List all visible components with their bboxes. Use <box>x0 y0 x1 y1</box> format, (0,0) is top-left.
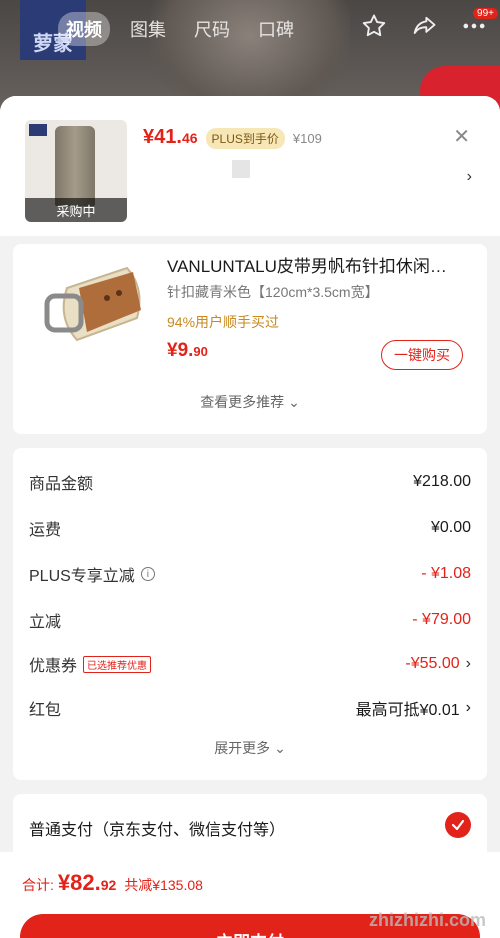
watermark-logo <box>355 863 489 909</box>
favorite-star-icon[interactable] <box>360 12 388 45</box>
recommendation-rate: 94%用户顺手买过 <box>167 314 280 330</box>
chevron-down-icon: ⌄ <box>274 740 286 756</box>
product-thumbnail[interactable]: 采购中 <box>25 120 127 222</box>
total-row: 合计: ¥82.92 共减¥135.08 <box>22 870 203 895</box>
amount-row-goods: 商品金额 ¥218.00 <box>29 473 471 493</box>
belt-product-image[interactable] <box>37 248 149 360</box>
chevron-right-icon: › <box>465 699 471 716</box>
current-price: ¥41.46 <box>143 126 198 148</box>
header-actions <box>360 12 488 45</box>
spec-selector[interactable] <box>232 160 250 178</box>
expand-more-link[interactable]: 展开更多 ⌄ <box>13 738 487 758</box>
more-recommendations-link[interactable]: 查看更多推荐 ⌄ <box>13 392 487 412</box>
recommendation-title[interactable]: VANLUNTALU皮带男帆布针扣休闲… <box>167 252 472 277</box>
original-price: ¥109 <box>292 131 322 146</box>
thumbnail-status: 采购中 <box>25 198 127 222</box>
plus-price-tag: PLUS到手价 <box>205 128 285 149</box>
thumbnail-brand-logo <box>29 124 47 136</box>
share-icon[interactable] <box>410 12 438 45</box>
recommendation-spec: 针扣藏青米色【120cm*3.5cm宽】 <box>167 284 379 300</box>
one-click-buy-button[interactable]: 一键购买 <box>381 340 463 370</box>
total-saved: 共减¥135.08 <box>124 877 203 893</box>
amount-row-red-packet[interactable]: 红包 最高可抵¥0.01 › <box>29 696 471 720</box>
tab-gallery[interactable]: 图集 <box>122 12 174 46</box>
check-icon[interactable] <box>445 812 471 838</box>
tab-video[interactable]: 视频 <box>58 12 110 46</box>
recommendation-price: ¥9.90 <box>167 340 208 361</box>
price-row: ¥41.46 PLUS到手价 ¥109 <box>143 126 322 149</box>
watermark-text: zhizhizhi.com <box>369 910 486 930</box>
info-icon[interactable]: i <box>140 567 155 581</box>
amount-row-plus-discount: PLUS专享立减 i - ¥1.08 <box>29 565 471 585</box>
tab-reviews[interactable]: 口碑 <box>250 12 302 46</box>
amount-row-shipping: 运费 ¥0.00 <box>29 519 471 539</box>
message-badge: 99+ <box>473 8 498 19</box>
total-amount: ¥82.92 <box>57 870 117 895</box>
recommendation-card: VANLUNTALU皮带男帆布针扣休闲… 针扣藏青米色【120cm*3.5cm宽… <box>13 244 487 434</box>
order-amount-card: 商品金额 ¥218.00 运费 ¥0.00 PLUS专享立减 i - ¥1.08 … <box>13 448 487 780</box>
checkout-sheet: 采购中 ¥41.46 PLUS到手价 ¥109 ✕ › VANLUNTALU皮带… <box>0 96 500 938</box>
amount-row-instant-discount: 立减 - ¥79.00 <box>29 611 471 631</box>
amount-row-coupon[interactable]: 优惠券 已选推荐优惠 -¥55.00 › <box>29 652 471 676</box>
chevron-right-icon[interactable]: › <box>467 168 472 186</box>
chevron-down-icon: ⌄ <box>288 394 300 410</box>
selected-product-header: 采购中 ¥41.46 PLUS到手价 ¥109 ✕ › <box>0 96 500 236</box>
chevron-right-icon: › <box>465 655 471 672</box>
tab-size[interactable]: 尺码 <box>186 12 238 46</box>
coupon-tag: 已选推荐优惠 <box>83 655 152 673</box>
media-tabs: 视频 图集 尺码 口碑 <box>58 12 302 46</box>
payment-method-label: 普通支付（京东支付、微信支付等） <box>29 822 286 839</box>
pants-image <box>55 126 95 206</box>
close-icon[interactable]: ✕ <box>453 124 470 149</box>
